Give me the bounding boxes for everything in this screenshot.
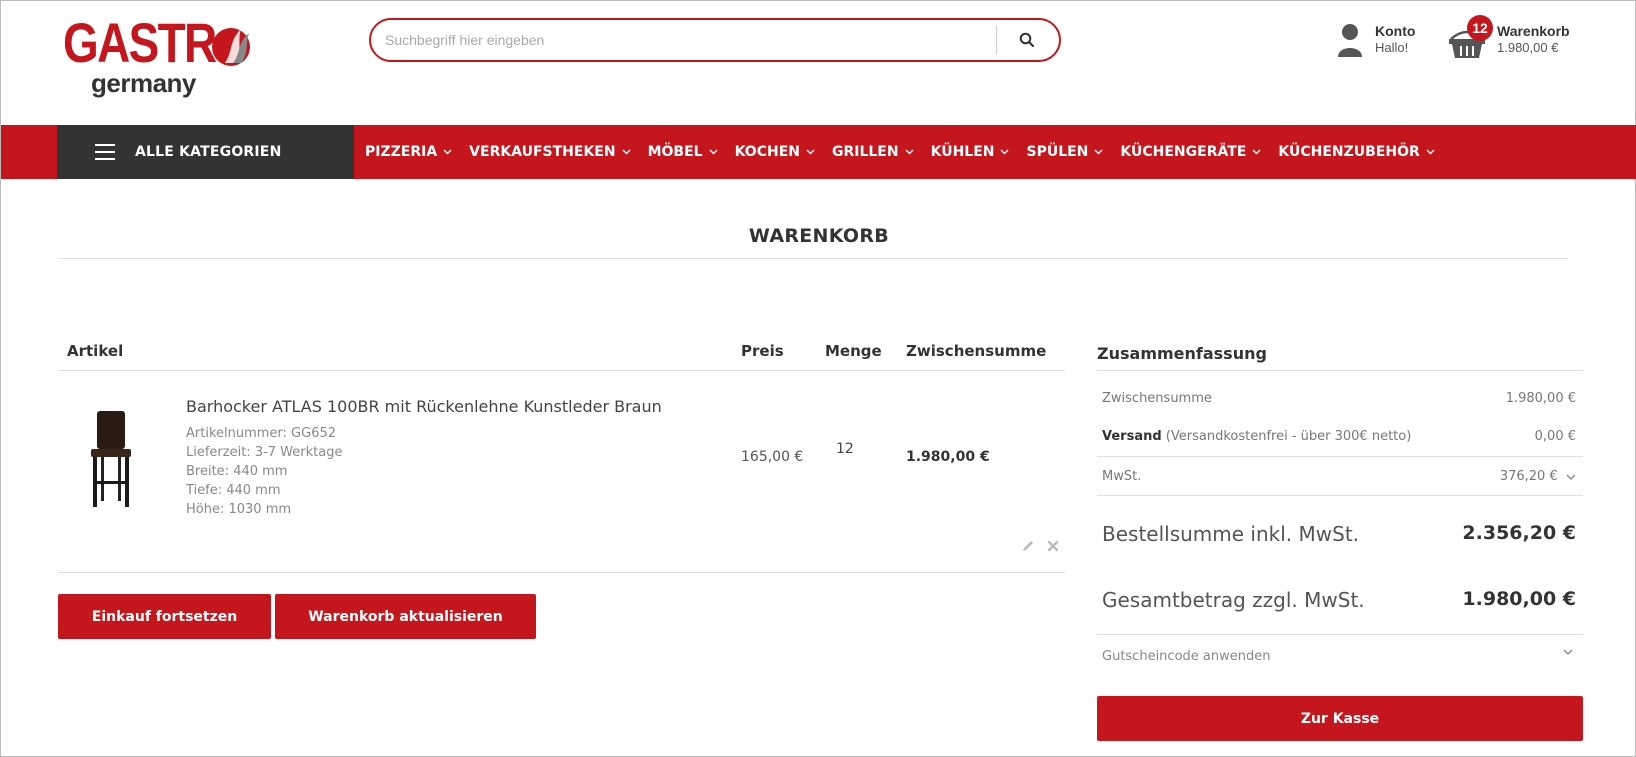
order-total-label: Bestellsumme inkl. MwSt. — [1102, 522, 1360, 546]
cart-link[interactable]: 12 Warenkorb 1.980,00 € — [1447, 15, 1597, 65]
summary-divider — [1097, 456, 1583, 457]
summary-tax-label: MwSt. — [1102, 469, 1142, 484]
chevron-down-icon — [443, 149, 452, 155]
account-link[interactable]: Konto Hallo! — [1337, 21, 1437, 61]
summary-divider — [1097, 370, 1583, 371]
edit-pencil-icon[interactable] — [1021, 539, 1035, 553]
search-divider — [996, 26, 997, 54]
table-header-divider — [58, 370, 1065, 371]
chevron-down-icon[interactable] — [1563, 649, 1573, 655]
cart-total: 1.980,00 € — [1497, 40, 1559, 55]
summary-tax-toggle[interactable]: 376,20 € — [1500, 469, 1576, 484]
column-header-qty: Menge — [825, 342, 882, 360]
summary-subtotal-label: Zwischensumme — [1102, 391, 1212, 406]
nav-item-moebel[interactable]: MÖBEL — [648, 144, 718, 160]
user-icon — [1338, 24, 1362, 57]
nav-item-label: KÜCHENZUBEHÖR — [1278, 144, 1420, 160]
product-price: 165,00 € — [741, 449, 804, 465]
nav-item-label: PIZZERIA — [365, 144, 438, 160]
nav-item-label: KOCHEN — [734, 144, 800, 160]
shipping-label-bold: Versand — [1102, 429, 1162, 444]
logo-subtitle: germany — [91, 68, 196, 98]
category-menu: PIZZERIA VERKAUFSTHEKEN MÖBEL KOCHEN GRI… — [365, 125, 1452, 179]
nav-item-kuechenzubehoer[interactable]: KÜCHENZUBEHÖR — [1278, 144, 1435, 160]
nav-item-label: KÜCHENGERÄTE — [1120, 144, 1247, 160]
nav-item-label: MÖBEL — [647, 144, 703, 160]
chevron-down-icon — [1426, 149, 1435, 155]
chevron-down-icon — [806, 149, 815, 155]
order-total-value: 2.356,20 € — [1462, 522, 1576, 544]
page-title: WARENKORB — [748, 225, 890, 247]
account-greeting: Hallo! — [1375, 40, 1409, 55]
product-image[interactable] — [83, 409, 139, 509]
net-total-value: 1.980,00 € — [1462, 588, 1576, 610]
search-button[interactable] — [1007, 26, 1047, 54]
cart-title: Warenkorb — [1497, 23, 1570, 39]
summary-divider — [1097, 495, 1583, 496]
title-divider — [58, 258, 1568, 259]
nav-item-label: VERKAUFSTHEKEN — [469, 144, 616, 160]
nav-item-kuechengeraete[interactable]: KÜCHENGERÄTE — [1120, 144, 1261, 160]
nav-item-verkaufstheken[interactable]: VERKAUFSTHEKEN — [469, 144, 631, 160]
search-input[interactable] — [385, 28, 985, 52]
summary-subtotal-value: 1.980,00 € — [1505, 391, 1576, 406]
account-title: Konto — [1375, 23, 1416, 39]
nav-item-label: GRILLEN — [831, 144, 899, 160]
site-header: GASTR germany Konto Hallo! — [1, 1, 1636, 125]
update-cart-button[interactable]: Warenkorb aktualisieren — [275, 594, 536, 639]
continue-shopping-button[interactable]: Einkauf fortsetzen — [58, 594, 271, 639]
coupon-toggle[interactable]: Gutscheincode anwenden — [1102, 649, 1270, 664]
all-categories-button[interactable]: ALLE KATEGORIEN — [57, 125, 354, 179]
chevron-down-icon — [622, 149, 631, 155]
search-bar — [369, 18, 1061, 62]
shipping-note: (Versandkostenfrei - über 300€ netto) — [1161, 429, 1412, 444]
column-header-article: Artikel — [67, 342, 124, 360]
product-depth: Tiefe: 440 mm — [186, 483, 281, 498]
remove-x-icon[interactable] — [1047, 540, 1059, 552]
nav-item-label: SPÜLEN — [1026, 144, 1089, 160]
cart-count-badge: 12 — [1467, 15, 1493, 41]
chevron-down-icon — [1252, 149, 1261, 155]
column-header-subtotal: Zwischensumme — [906, 342, 1047, 360]
product-width: Breite: 440 mm — [186, 464, 288, 479]
nav-item-spuelen[interactable]: SPÜLEN — [1026, 144, 1103, 160]
product-name[interactable]: Barhocker ATLAS 100BR mit Rückenlehne Ku… — [186, 397, 662, 416]
nav-item-pizzeria[interactable]: PIZZERIA — [365, 144, 452, 160]
summary-shipping-value: 0,00 € — [1534, 429, 1576, 444]
checkout-button[interactable]: Zur Kasse — [1097, 696, 1583, 741]
nav-item-label: KÜHLEN — [930, 144, 995, 160]
logo-wordmark: GASTR — [63, 11, 217, 74]
chevron-down-icon — [1094, 149, 1103, 155]
main-navigation: ALLE KATEGORIEN PIZZERIA VERKAUFSTHEKEN … — [1, 125, 1636, 179]
summary-shipping-label: Versand (Versandkostenfrei - über 300€ n… — [1102, 429, 1411, 444]
nav-item-grillen[interactable]: GRILLEN — [832, 144, 914, 160]
summary-divider — [1097, 634, 1583, 635]
summary-tax-value: 376,20 € — [1499, 469, 1558, 484]
net-total-label: Gesamtbetrag zzgl. MwSt. — [1102, 588, 1365, 612]
product-qty[interactable]: 12 — [836, 441, 854, 457]
column-header-price: Preis — [741, 342, 784, 360]
nav-item-kochen[interactable]: KOCHEN — [735, 144, 815, 160]
logo-flame-icon — [212, 28, 250, 66]
chevron-down-icon — [1566, 474, 1576, 480]
product-delivery-time: Lieferzeit: 3-7 Werktage — [186, 445, 343, 460]
chevron-down-icon — [709, 149, 718, 155]
product-height: Höhe: 1030 mm — [186, 502, 292, 517]
nav-item-kuehlen[interactable]: KÜHLEN — [931, 144, 1010, 160]
product-sku: Artikelnummer: GG652 — [186, 426, 337, 441]
table-row-divider — [58, 572, 1065, 573]
search-icon — [1019, 32, 1035, 48]
hamburger-icon — [95, 144, 115, 160]
chevron-down-icon — [905, 149, 914, 155]
site-logo[interactable]: GASTR germany — [63, 15, 253, 101]
chevron-down-icon — [1000, 149, 1009, 155]
summary-title: Zusammenfassung — [1097, 344, 1267, 363]
product-subtotal: 1.980,00 € — [906, 449, 990, 465]
all-categories-label: ALLE KATEGORIEN — [135, 144, 282, 160]
